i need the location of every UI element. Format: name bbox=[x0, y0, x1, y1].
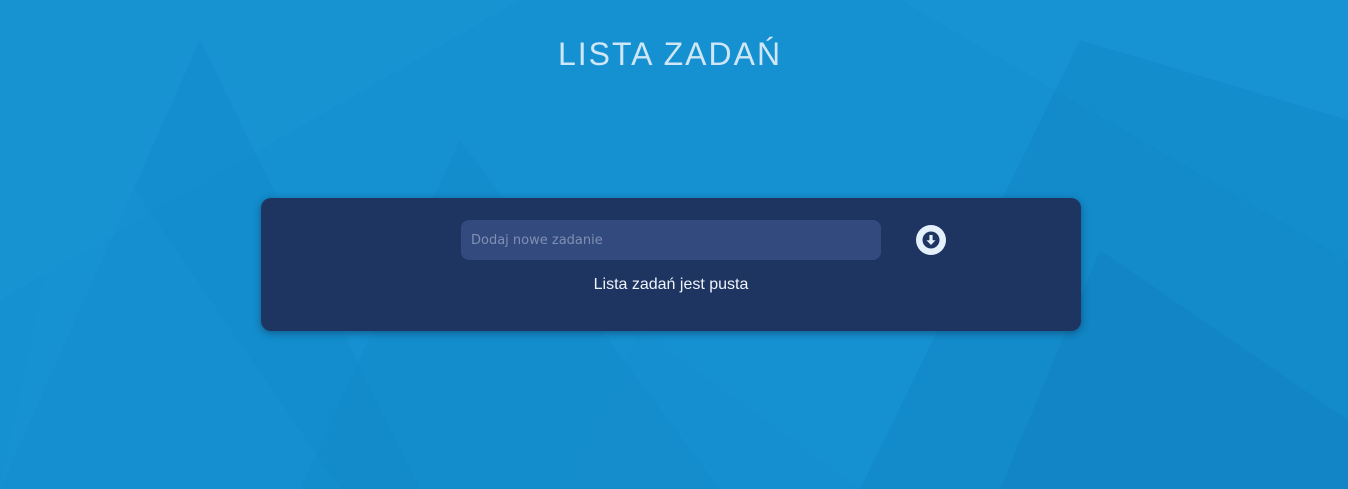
new-task-input[interactable] bbox=[461, 220, 881, 260]
empty-list-message: Lista zadań jest pusta bbox=[593, 276, 749, 293]
arrow-down-circle-icon bbox=[922, 231, 940, 249]
add-task-button[interactable] bbox=[916, 225, 946, 255]
page-title: LISTA ZADAŃ bbox=[557, 36, 783, 72]
task-panel: Lista zadań jest pusta bbox=[261, 198, 1081, 331]
